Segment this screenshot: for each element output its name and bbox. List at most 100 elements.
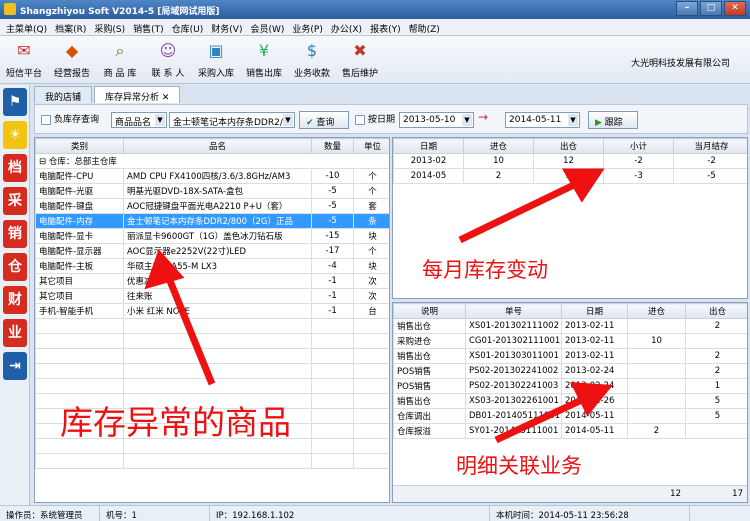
sales-icon[interactable]: 销 bbox=[3, 220, 27, 248]
by-date-label: 按日期 bbox=[368, 115, 396, 125]
business-icon[interactable]: 业 bbox=[3, 319, 27, 347]
toolbar-button[interactable]: ✉ 短信平台 bbox=[0, 36, 48, 84]
menu-item[interactable]: 帮助(Z) bbox=[405, 19, 444, 35]
table-row[interactable]: 销售出仓 XS01-201303011001 2013-02-11 2 bbox=[393, 348, 747, 364]
flag-icon[interactable]: ⚑ bbox=[3, 88, 27, 116]
purchase-icon[interactable]: 采 bbox=[3, 187, 27, 215]
column-header[interactable]: 进仓 bbox=[463, 138, 534, 154]
menu-item[interactable]: 采购(S) bbox=[90, 19, 129, 35]
minimize-button[interactable]: – bbox=[676, 1, 698, 16]
column-header[interactable]: 品名 bbox=[123, 138, 312, 154]
column-header[interactable]: 说明 bbox=[393, 303, 466, 319]
table-cell: 销售出仓 bbox=[393, 393, 466, 409]
empty-cell bbox=[353, 363, 389, 379]
table-cell: 其它项目 bbox=[35, 273, 124, 289]
table-cell: 采购进仓 bbox=[393, 333, 466, 349]
date-to-field[interactable]: 2014-05-11 ▼ bbox=[505, 112, 580, 128]
table-cell: 10 bbox=[463, 153, 534, 169]
group-label: ⊟ 仓库：总部主仓库 bbox=[35, 153, 389, 169]
search-button[interactable]: ✔ 查询 bbox=[299, 111, 349, 129]
product-select[interactable]: 金士顿笔记本内存条DDR2/8 ▼ bbox=[169, 112, 295, 128]
table-row[interactable]: 电脑配件-光驱 明基光驱DVD-18X-SATA-盒包 -5 个 bbox=[35, 183, 389, 199]
maximize-button[interactable]: □ bbox=[700, 1, 722, 16]
bulb-icon[interactable]: ☀ bbox=[3, 121, 27, 149]
column-header[interactable]: 进仓 bbox=[627, 303, 686, 319]
table-row[interactable]: 电脑配件-显示器 AOC显示器e2252V(22寸)LED -17 个 bbox=[35, 243, 389, 259]
toolbar-button[interactable]: ¥ 销售出库 bbox=[240, 36, 288, 84]
field-select[interactable]: 商品品名 ▼ bbox=[111, 112, 167, 128]
column-header[interactable]: 单位 bbox=[353, 138, 389, 154]
play-icon: ▶ bbox=[595, 118, 602, 128]
dollar-icon: $ bbox=[306, 41, 318, 60]
table-cell: -1 bbox=[311, 288, 354, 304]
column-header[interactable]: 出仓 bbox=[685, 303, 747, 319]
toolbar-button[interactable]: ▣ 采购入库 bbox=[192, 36, 240, 84]
menu-item[interactable]: 办公(X) bbox=[327, 19, 366, 35]
table-row[interactable]: 电脑配件-主板 华硕主板F1A55-M LX3 -4 块 bbox=[35, 258, 389, 274]
menu-item[interactable]: 档案(R) bbox=[51, 19, 90, 35]
table-row[interactable]: 其它项目 优惠减免 -1 次 bbox=[35, 273, 389, 289]
table-row[interactable]: 电脑配件-CPU AMD CPU FX4100四核/3.6/3.8GHz/AM3-… bbox=[35, 168, 389, 184]
status-operator: 操作员：系统管理员 bbox=[0, 506, 100, 521]
table-row[interactable]: 电脑配件-显卡 丽派显卡9600GT（1G）盖色冰刀钻石版 -15 块 bbox=[35, 228, 389, 244]
table-row[interactable]: 2013-02 10 12 -2 -2 bbox=[393, 153, 747, 169]
close-button[interactable]: ✕ bbox=[724, 1, 746, 16]
column-header[interactable]: 类别 bbox=[35, 138, 124, 154]
neg-stock-checkbox[interactable]: 负库存查询 bbox=[41, 112, 99, 128]
toolbar-button[interactable]: ☺ 联 系 人 bbox=[144, 36, 192, 84]
track-button[interactable]: ▶ 跟踪 bbox=[588, 111, 638, 129]
table-cell: 2 bbox=[685, 363, 747, 379]
exit-icon[interactable]: ⇥ bbox=[3, 352, 27, 380]
column-header[interactable]: 当月结存 bbox=[673, 138, 747, 154]
table-row[interactable]: 其它项目 往来账 -1 次 bbox=[35, 288, 389, 304]
chevron-down-icon: ▼ bbox=[283, 114, 293, 126]
table-row[interactable]: 销售出仓 XS01-201302111002 2013-02-11 2 bbox=[393, 318, 747, 334]
toolbar-button[interactable]: ⌕ 商 品 库 bbox=[96, 36, 144, 84]
menu-item[interactable]: 业务(P) bbox=[288, 19, 326, 35]
tab-close-icon[interactable]: ✕ bbox=[162, 93, 170, 103]
toolbar-button[interactable]: ◆ 经营报告 bbox=[48, 36, 96, 84]
menu-item[interactable]: 报表(Y) bbox=[366, 19, 405, 35]
tab-my-store[interactable]: 我的店铺 bbox=[34, 86, 93, 103]
menu-item[interactable]: 主菜单(Q) bbox=[2, 19, 51, 35]
table-cell: 台 bbox=[353, 303, 389, 319]
annotation-detail: 明细关联业务 bbox=[456, 454, 582, 478]
column-header[interactable]: 日期 bbox=[393, 138, 464, 154]
table-cell: 2013-02-11 bbox=[561, 348, 628, 364]
menu-item[interactable]: 财务(V) bbox=[207, 19, 246, 35]
table-row[interactable]: 仓库报溢 SY01-201405111001 2014-05-11 2 bbox=[393, 423, 747, 439]
column-header[interactable]: 数量 bbox=[311, 138, 354, 154]
group-row[interactable]: ⊟ 仓库：总部主仓库 bbox=[35, 153, 389, 169]
date-from-field[interactable]: 2013-05-10 ▼ bbox=[399, 112, 474, 128]
menu-item[interactable]: 销售(T) bbox=[129, 19, 168, 35]
column-header[interactable]: 小计 bbox=[603, 138, 674, 154]
tab-stock-analysis[interactable]: 库存异常分析 ✕ bbox=[94, 86, 181, 103]
table-cell: -1 bbox=[311, 303, 354, 319]
table-row[interactable]: 电脑配件-内存 金士顿笔记本内存条DDR2/800（2G）正品 -5 条 bbox=[35, 213, 389, 229]
table-row[interactable]: 仓库调出 DB01-201405111001 2014-05-11 5 bbox=[393, 408, 747, 424]
column-header[interactable]: 出仓 bbox=[533, 138, 604, 154]
table-row[interactable]: POS销售 PS02-201302241002 2013-02-24 2 bbox=[393, 363, 747, 379]
menu-item[interactable]: 会员(W) bbox=[246, 19, 288, 35]
menu-item[interactable]: 仓库(U) bbox=[168, 19, 208, 35]
neg-stock-label: 负库存查询 bbox=[54, 115, 100, 125]
table-row[interactable]: 销售出仓 XS03-201302261001 2013-02-26 5 bbox=[393, 393, 747, 409]
finance-icon[interactable]: 财 bbox=[3, 286, 27, 314]
table-row[interactable]: 采购进仓 CG01-201302111001 2013-02-11 10 bbox=[393, 333, 747, 349]
table-cell: 12 bbox=[533, 153, 604, 169]
title-bar: Shangzhiyou Soft V2014-5 [局域网试用版] – □ ✕ bbox=[0, 0, 750, 19]
column-header[interactable]: 日期 bbox=[561, 303, 628, 319]
table-cell: 2014-05-11 bbox=[561, 423, 628, 439]
toolbar-button[interactable]: $ 业务收款 bbox=[288, 36, 336, 84]
column-header[interactable]: 单号 bbox=[465, 303, 562, 319]
toolbar-button[interactable]: ✖ 售后维护 bbox=[336, 36, 384, 84]
table-row[interactable]: 手机-智能手机 小米 红米 NOTE -1 台 bbox=[35, 303, 389, 319]
archive-icon[interactable]: 档 bbox=[3, 154, 27, 182]
table-cell: 电脑配件-显卡 bbox=[35, 228, 124, 244]
by-date-checkbox[interactable]: 按日期 bbox=[355, 112, 395, 128]
table-row[interactable]: 2014-05 2 5 -3 -5 bbox=[393, 168, 747, 184]
warehouse-icon[interactable]: 仓 bbox=[3, 253, 27, 281]
collapse-icon[interactable]: ⊟ bbox=[39, 157, 49, 167]
table-row[interactable]: POS销售 PS02-201302241003 2013-02-24 1 bbox=[393, 378, 747, 394]
table-row[interactable]: 电脑配件-键盘 AOC冠捷键盘平面光电A2210 P+U（套） -5 套 bbox=[35, 198, 389, 214]
